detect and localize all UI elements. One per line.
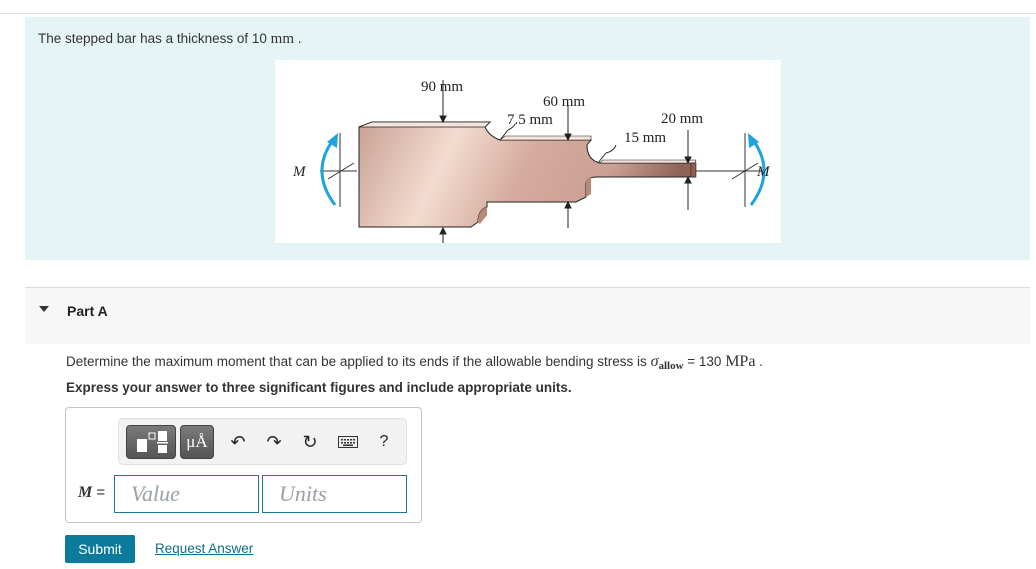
sigma-subscript: allow (658, 360, 684, 372)
units-input[interactable]: Units (262, 475, 407, 513)
dim-20-label: 20 mm (661, 111, 703, 127)
keyboard-button[interactable] (335, 429, 361, 455)
dim-15-label: 15 mm (624, 130, 666, 146)
stepped-bar-diagram: 90 mm 60 mm 7.5 mm 20 mm 15 mm M M (292, 79, 771, 245)
answer-variable-label: M = (78, 484, 105, 502)
question-body: Determine the maximum moment that can be… (66, 354, 651, 369)
question-end: . (755, 354, 763, 369)
lower-fillet-2 (586, 177, 591, 197)
top-face-middle (499, 135, 592, 141)
undo-icon[interactable]: ↶ (225, 429, 251, 455)
redo-icon[interactable]: ↷ (261, 429, 287, 455)
equals-sign: = (92, 484, 106, 501)
stress-value: = 130 (683, 354, 726, 369)
collapse-caret-icon[interactable] (39, 306, 49, 312)
reset-icon[interactable]: ↻ (297, 429, 323, 455)
templates-icon (137, 431, 168, 453)
thickness-unit: mm (270, 31, 294, 47)
intro-text-end: . (294, 31, 302, 46)
request-answer-link[interactable]: Request Answer (155, 541, 253, 556)
templates-button[interactable] (126, 425, 176, 459)
value-input[interactable]: Value (114, 475, 259, 513)
moment-right-label: M (756, 164, 771, 180)
stepped-bar-figure: 90 mm 60 mm 7.5 mm 20 mm 15 mm M M (275, 60, 781, 245)
moment-arrow-left-icon (320, 139, 337, 206)
end-face (690, 162, 697, 178)
dim-90-label: 90 mm (421, 79, 463, 95)
submit-button[interactable]: Submit (65, 535, 135, 563)
part-a-header[interactable]: Part A (25, 288, 1030, 344)
answer-instruction: Express your answer to three significant… (66, 380, 572, 395)
question-text: Determine the maximum moment that can be… (66, 353, 763, 372)
stress-unit: MPa (725, 353, 756, 370)
math-toolbar: μÅ ↶ ↷ ↻ ? (118, 418, 407, 465)
moment-left-label: M (292, 164, 307, 180)
keyboard-icon (338, 436, 358, 448)
help-icon[interactable]: ? (371, 429, 397, 455)
intro-text: The stepped bar has a thickness of 10 mm… (38, 31, 302, 48)
dim-60-label: 60 mm (543, 94, 585, 110)
part-a-label: Part A (67, 303, 108, 319)
variable-symbol: M (78, 484, 93, 501)
answer-box: μÅ ↶ ↷ ↻ ? M = Value Units (65, 407, 422, 523)
top-face-small (599, 159, 697, 164)
top-divider (0, 13, 1036, 14)
dim-7-5-label: 7.5 mm (507, 112, 553, 128)
top-face-large (358, 121, 491, 128)
intro-text-body: The stepped bar has a thickness of 10 (38, 31, 271, 46)
problem-intro-panel: The stepped bar has a thickness of 10 mm… (25, 17, 1030, 260)
units-button[interactable]: μÅ (180, 425, 214, 459)
